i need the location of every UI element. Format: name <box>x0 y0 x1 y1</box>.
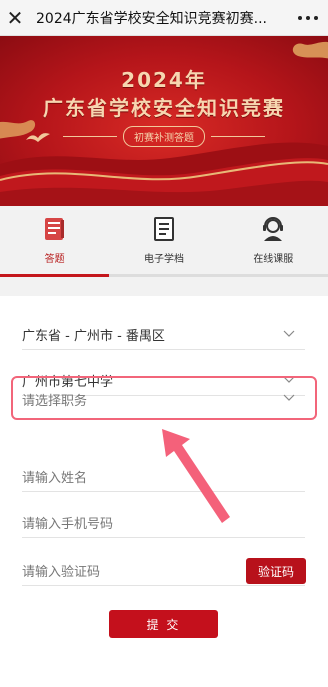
chevron-down-icon <box>283 330 295 337</box>
document-icon <box>153 217 174 241</box>
divider <box>211 136 265 137</box>
phone-placeholder: 请输入手机号码 <box>22 517 114 532</box>
tab-online-service[interactable]: 在线课服 <box>219 206 328 278</box>
pointer-arrow-icon <box>162 429 230 523</box>
answer-sheet-icon <box>44 218 64 240</box>
region-select[interactable]: 广东省 - 广州市 - 番禺区 <box>22 320 305 350</box>
tab-documents[interactable]: 电子学档 <box>109 206 218 278</box>
tab-answer[interactable]: 答题 <box>0 206 109 278</box>
active-tab-indicator <box>0 274 109 277</box>
submit-button[interactable]: 提 交 <box>109 610 218 638</box>
page-title: 2024广东省学校安全知识竞赛初赛... <box>36 10 267 27</box>
tab-label: 在线课服 <box>253 254 294 265</box>
support-agent-icon <box>263 217 284 241</box>
position-placeholder: 请选择职务 <box>22 393 88 409</box>
tab-label: 答题 <box>44 254 65 265</box>
banner: 2024年 广东省学校安全知识竞赛 初赛补测答题 <box>0 36 328 206</box>
banner-subtitle: 初赛补测答题 <box>123 126 205 147</box>
tab-bar: 答题 电子学档 在线课服 <box>0 206 328 278</box>
tab-label: 电子学档 <box>143 254 184 265</box>
name-placeholder: 请输入姓名 <box>22 471 88 486</box>
banner-title: 广东省学校安全知识竞赛 <box>43 96 285 120</box>
close-icon[interactable]: ✕ <box>0 0 30 36</box>
chevron-down-icon <box>283 394 295 401</box>
divider <box>63 136 117 137</box>
region-value: 广东省 - 广州市 - 番禺区 <box>22 329 165 344</box>
banner-subtitle-row: 初赛补测答题 <box>0 126 328 147</box>
more-dots-icon[interactable] <box>298 10 318 26</box>
code-placeholder: 请输入验证码 <box>22 565 101 580</box>
tab-indicator <box>0 274 328 277</box>
position-select[interactable]: 请选择职务 <box>22 384 305 414</box>
get-code-button[interactable]: 验证码 <box>246 558 306 584</box>
title-bar: ✕ 2024广东省学校安全知识竞赛初赛... <box>0 0 328 36</box>
banner-year: 2024年 <box>121 68 207 92</box>
